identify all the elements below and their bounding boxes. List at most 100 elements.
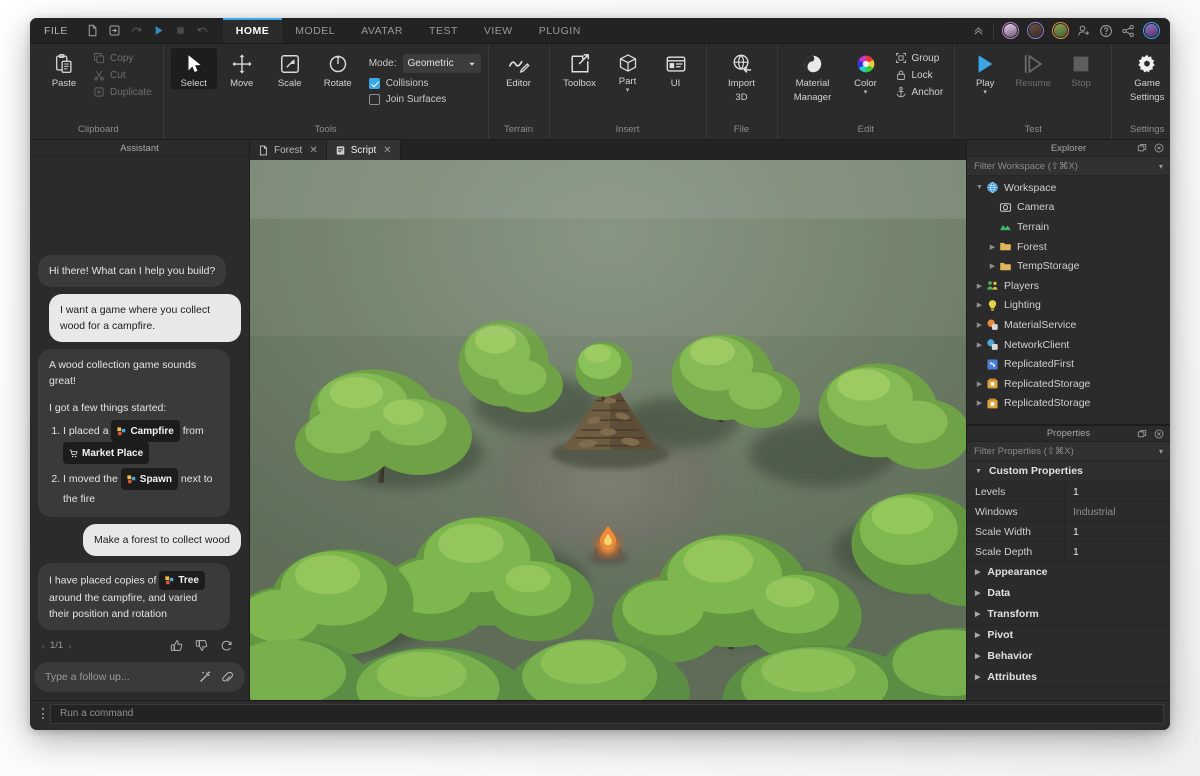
popout-icon[interactable] — [1137, 143, 1147, 153]
twisty-right-icon[interactable]: ▶ — [973, 321, 986, 329]
twisty-right-icon[interactable]: ▶ — [975, 652, 980, 660]
ribbon-tab-view[interactable]: VIEW — [471, 18, 526, 43]
properties-group-behavior[interactable]: ▶ Behavior — [967, 646, 1170, 667]
share-icon[interactable] — [1121, 24, 1135, 38]
property-row-levels[interactable]: Levels 1 — [967, 482, 1170, 502]
tree-item-lighting[interactable]: ▶ Lighting — [967, 296, 1170, 316]
document-tab-script[interactable]: Script ✕ — [326, 140, 401, 160]
twisty-right-icon[interactable]: ▶ — [986, 243, 999, 251]
twisty-right-icon[interactable]: ▶ — [973, 399, 986, 407]
explorer-filter[interactable]: Filter Workspace (⇧⌘X) ▾ — [967, 157, 1170, 176]
thumbs-up-icon[interactable] — [170, 639, 183, 652]
mode-select[interactable]: Geometric — [402, 54, 481, 73]
tree-item-materialservice[interactable]: ▶ MaterialService — [967, 315, 1170, 335]
tree-item-networkclient[interactable]: ▶ NetworkClient — [967, 335, 1170, 355]
twisty-right-icon[interactable]: ▶ — [973, 341, 986, 349]
properties-filter[interactable]: Filter Properties (⇧⌘X) ▾ — [967, 442, 1170, 461]
tree-item-replicatedstorage-1[interactable]: ▶ ReplicatedStorage — [967, 374, 1170, 394]
tree-item-replicatedstorage-2[interactable]: ▶ ReplicatedStorage — [967, 394, 1170, 414]
tree-item-replicatedfirst[interactable]: ReplicatedFirst — [967, 354, 1170, 374]
command-bar-handle[interactable] — [36, 708, 50, 719]
material-manager-button[interactable]: Material Manager — [785, 48, 841, 103]
assistant-composer[interactable]: Type a follow up... — [34, 662, 245, 692]
tree-item-workspace[interactable]: ▼ Workspace — [967, 178, 1170, 198]
pill-campfire[interactable]: Campfire — [111, 420, 180, 442]
avatar-current-user[interactable] — [1143, 22, 1160, 39]
avatar-collaborator-3[interactable] — [1052, 22, 1069, 39]
ribbon-tab-model[interactable]: MODEL — [282, 18, 348, 43]
twisty-down-icon[interactable]: ▼ — [973, 184, 986, 191]
properties-group-transform[interactable]: ▶ Transform — [967, 604, 1170, 625]
file-menu-button[interactable]: FILE — [30, 18, 78, 43]
property-row-windows[interactable]: Windows Industrial — [967, 502, 1170, 522]
properties-filter-input[interactable]: Filter Properties (⇧⌘X) — [974, 446, 1074, 457]
pager-prev-icon[interactable]: ‹ — [42, 641, 45, 651]
play-icon[interactable] — [152, 24, 165, 37]
twisty-right-icon[interactable]: ▶ — [975, 589, 980, 597]
pager-next-icon[interactable]: › — [68, 641, 71, 651]
twisty-right-icon[interactable]: ▶ — [973, 282, 986, 290]
play-button[interactable]: Play ▾ — [962, 48, 1008, 96]
game-settings-button[interactable]: Game Settings — [1119, 48, 1170, 103]
tree-item-camera[interactable]: Camera — [967, 198, 1170, 218]
avatar-collaborator-2[interactable] — [1027, 22, 1044, 39]
help-icon[interactable] — [1099, 24, 1113, 38]
property-row-scale-depth[interactable]: Scale Depth 1 — [967, 542, 1170, 562]
color-button[interactable]: Color ▾ — [843, 48, 889, 96]
cut-button[interactable]: Cut — [89, 68, 156, 82]
stop-button[interactable]: Stop — [1058, 48, 1104, 89]
chevron-down-icon[interactable]: ▾ — [1159, 447, 1163, 456]
twisty-down-icon[interactable]: ▼ — [975, 468, 982, 475]
anchor-button[interactable]: Anchor — [891, 85, 948, 99]
pill-tree[interactable]: Tree — [159, 571, 205, 590]
properties-group-attributes[interactable]: ▶ Attributes — [967, 667, 1170, 688]
property-row-scale-width[interactable]: Scale Width 1 — [967, 522, 1170, 542]
color-dropdown-caret[interactable]: ▾ — [864, 89, 868, 96]
regenerate-icon[interactable] — [220, 639, 233, 652]
ribbon-tab-avatar[interactable]: AVATAR — [348, 18, 416, 43]
properties-group-appearance[interactable]: ▶ Appearance — [967, 562, 1170, 583]
ribbon-tab-test[interactable]: TEST — [416, 18, 471, 43]
properties-group-pivot[interactable]: ▶ Pivot — [967, 625, 1170, 646]
thumbs-down-icon[interactable] — [195, 639, 208, 652]
copy-button[interactable]: Copy — [89, 51, 156, 65]
command-bar-input[interactable]: Run a command — [50, 703, 1164, 724]
twisty-right-icon[interactable]: ▶ — [975, 631, 980, 639]
part-dropdown-caret[interactable]: ▾ — [626, 87, 630, 94]
rotate-tool-button[interactable]: Rotate — [315, 48, 361, 89]
add-person-icon[interactable] — [1077, 24, 1091, 38]
magic-wand-icon[interactable] — [198, 670, 212, 684]
pill-spawn[interactable]: Spawn — [120, 468, 179, 490]
assistant-input[interactable]: Type a follow up... — [45, 671, 198, 683]
select-tool-button[interactable]: Select — [170, 48, 217, 89]
scale-tool-button[interactable]: Scale — [267, 48, 313, 89]
twisty-right-icon[interactable]: ▶ — [973, 301, 986, 309]
ribbon-tab-plugin[interactable]: PLUGIN — [526, 18, 594, 43]
import-3d-button[interactable]: Import 3D — [714, 48, 770, 103]
tree-item-forest[interactable]: ▶ Forest — [967, 237, 1170, 257]
property-value[interactable]: Industrial — [1065, 502, 1170, 521]
resume-button[interactable]: Resume — [1010, 48, 1056, 89]
group-button[interactable]: Group — [891, 51, 948, 65]
3d-viewport[interactable] — [250, 160, 966, 700]
property-value[interactable]: 1 — [1065, 482, 1170, 501]
avatar-collaborator-1[interactable] — [1002, 22, 1019, 39]
move-tool-button[interactable]: Move — [219, 48, 265, 89]
join-surfaces-checkbox[interactable] — [368, 94, 380, 105]
close-icon[interactable] — [1154, 429, 1164, 439]
close-icon[interactable]: ✕ — [383, 145, 391, 156]
collisions-checkbox-row[interactable]: Collisions — [368, 73, 481, 89]
chevron-down-icon[interactable]: ▾ — [1159, 162, 1163, 171]
chevron-double-up-icon[interactable] — [972, 24, 985, 37]
properties-group-custom[interactable]: ▼ Custom Properties — [967, 461, 1170, 482]
join-surfaces-checkbox-row[interactable]: Join Surfaces — [368, 89, 481, 105]
tree-item-tempstorage[interactable]: ▶ TempStorage — [967, 256, 1170, 276]
tree-item-players[interactable]: ▶ Players — [967, 276, 1170, 296]
duplicate-button[interactable]: Duplicate — [89, 85, 156, 99]
new-document-icon[interactable] — [86, 24, 99, 37]
twisty-right-icon[interactable]: ▶ — [973, 380, 986, 388]
twisty-right-icon[interactable]: ▶ — [975, 673, 980, 681]
open-file-icon[interactable] — [108, 24, 121, 37]
terrain-editor-button[interactable]: Editor — [496, 48, 542, 89]
property-value[interactable]: 1 — [1065, 522, 1170, 541]
